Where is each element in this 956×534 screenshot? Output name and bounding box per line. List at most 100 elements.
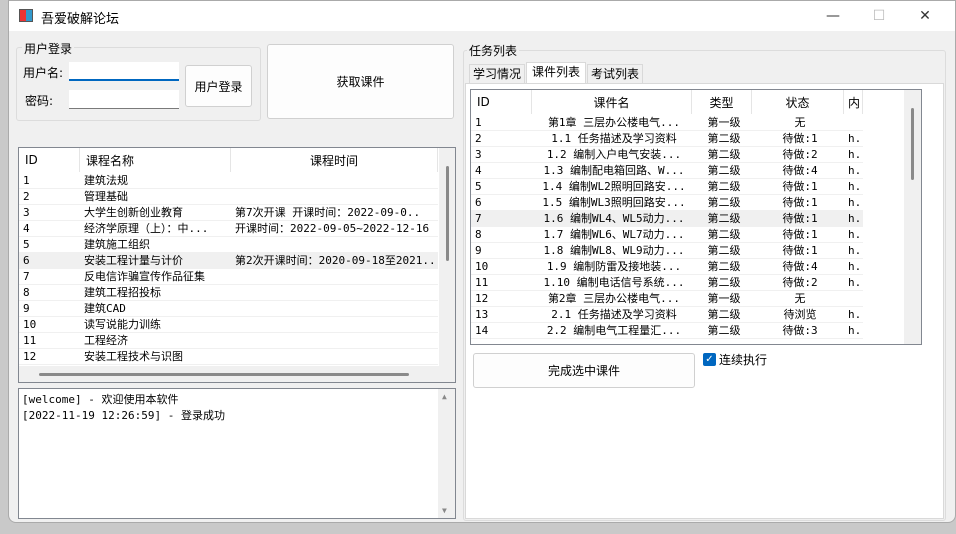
table-cell: 12 (475, 292, 489, 305)
table-row[interactable]: 1 第1章 三层办公楼电气... 第一级 无 (471, 115, 863, 131)
login-button[interactable]: 用户登录 (185, 65, 252, 107)
table-row[interactable]: 11 工程经济 (19, 333, 438, 349)
table-cell: 1 (475, 116, 482, 129)
table-cell: h. (848, 132, 862, 145)
table-row[interactable]: 5 1.4 编制WL2照明回路安... 第二级 待做:1 h. (471, 179, 863, 195)
table-cell: 第二级 (707, 212, 741, 225)
column-header-status[interactable]: 状态 (752, 90, 844, 114)
table-row[interactable]: 12 第2章 三层办公楼电气... 第一级 无 (471, 291, 863, 307)
username-input[interactable] (69, 62, 179, 81)
table-cell: h. (848, 212, 862, 225)
continuous-checkbox[interactable]: ✓ (703, 353, 716, 366)
table-row[interactable]: 2 管理基础 (19, 189, 438, 205)
table-cell: 5 (23, 238, 30, 251)
table-cell: 读写说能力训练 (84, 318, 161, 331)
password-input[interactable] (69, 90, 179, 109)
log-vscrollbar[interactable]: ▲ ▼ (438, 389, 455, 518)
table-cell: 2 (475, 132, 482, 145)
column-header-id[interactable]: ID (19, 148, 80, 172)
table-cell: 第二级 (707, 180, 741, 193)
fetch-courseware-button[interactable]: 获取课件 (267, 44, 454, 119)
table-cell: 11 (23, 334, 37, 347)
table-row[interactable]: 11 1.10 编制电话信号系统... 第二级 待做:2 h. (471, 275, 863, 291)
table-cell: 第二级 (707, 244, 741, 257)
table-row[interactable]: 12 安装工程技术与识图 (19, 349, 438, 365)
column-header-course-name[interactable]: 课程名称 (80, 148, 231, 172)
table-cell: h. (848, 228, 862, 241)
table-cell (231, 269, 438, 285)
courseware-list[interactable]: ID 课件名 类型 状态 内 1 第1章 三层办公楼电气... 第一级无 2 1.1 … (470, 89, 922, 345)
username-label: 用户名: (23, 66, 64, 80)
course-list[interactable]: ID 课程名称 课程时间 1 建筑法规 2 管理基础 3 大学生创新创业教育 第7次开课 开… (18, 147, 456, 383)
table-row[interactable]: 6 1.5 编制WL3照明回路安... 第二级 待做:1 h. (471, 195, 863, 211)
table-row[interactable]: 7 反电信诈骗宣传作品征集 (19, 269, 438, 285)
column-header-type[interactable]: 类型 (692, 90, 752, 114)
table-cell: 经济学原理（上）：中... (84, 222, 209, 235)
table-cell: 第1章 三层办公楼电气... (547, 116, 681, 129)
table-row[interactable]: 3 大学生创新创业教育 第7次开课 开课时间：2022-09-0.. (19, 205, 438, 221)
table-row[interactable]: 5 建筑施工组织 (19, 237, 438, 253)
table-row[interactable]: 6 安装工程计量与计价 第2次开课时间：2020-09-18至2021.. (19, 253, 438, 269)
table-cell: 3 (23, 206, 30, 219)
table-cell: 第二级 (707, 132, 741, 145)
table-cell: 第二级 (707, 324, 741, 337)
window-title: 吾爱破解论坛 (41, 12, 120, 27)
table-row[interactable]: 14 2.2 编制电气工程量汇... 第二级 待做:3 h. (471, 323, 863, 339)
table-cell: h. (848, 324, 862, 337)
maximize-button[interactable]: ☐ (856, 1, 902, 31)
log-line: [welcome] - 欢迎使用本软件 (22, 393, 179, 406)
continuous-label[interactable]: 连续执行 (719, 351, 767, 368)
table-row[interactable]: 4 1.3 编制配电箱回路、W... 第二级 待做:4 h. (471, 163, 863, 179)
table-cell (231, 301, 438, 317)
table-row[interactable]: 8 建筑工程招投标 (19, 285, 438, 301)
table-cell: 第二级 (707, 308, 741, 321)
table-cell: 第二级 (707, 260, 741, 273)
table-cell (231, 237, 438, 253)
table-cell: h. (848, 164, 862, 177)
table-row[interactable]: 10 读写说能力训练 (19, 317, 438, 333)
close-button[interactable]: ✕ (902, 1, 948, 31)
course-list-vscrollbar[interactable] (439, 148, 455, 366)
table-cell: 待做:1 (782, 196, 818, 209)
table-cell: 第二级 (707, 148, 741, 161)
table-cell: 1.8 编制WL8、WL9动力... (543, 244, 685, 257)
courseware-list-vscrollbar[interactable] (904, 90, 921, 344)
table-cell: 待做:3 (782, 324, 818, 337)
table-cell (231, 333, 438, 349)
table-cell: 建筑法规 (84, 174, 128, 187)
column-header-id[interactable]: ID (471, 90, 532, 114)
table-row[interactable]: 8 1.7 编制WL6、WL7动力... 第二级 待做:1 h. (471, 227, 863, 243)
column-header-courseware-name[interactable]: 课件名 (532, 90, 692, 114)
table-cell: 反电信诈骗宣传作品征集 (84, 270, 205, 283)
tab-courseware-list[interactable]: 课件列表 (526, 62, 586, 84)
table-row[interactable]: 2 1.1 任务描述及学习资料 第二级 待做:1 h. (471, 131, 863, 147)
table-cell (231, 189, 438, 205)
table-row[interactable]: 9 建筑CAD (19, 301, 438, 317)
column-header-course-time[interactable]: 课程时间 (231, 148, 438, 172)
complete-selected-button[interactable]: 完成选中课件 (473, 353, 695, 388)
table-cell: 安装工程技术与识图 (84, 350, 183, 363)
tab-exam-list[interactable]: 考试列表 (587, 64, 643, 84)
column-header-content[interactable]: 内 (844, 90, 863, 114)
app-icon (19, 9, 33, 22)
table-row[interactable]: 1 建筑法规 (19, 173, 438, 189)
table-cell: h. (848, 148, 862, 161)
course-list-hscrollbar[interactable] (19, 366, 455, 382)
log-textbox[interactable]: [welcome] - 欢迎使用本软件 [2022-11-19 12:26:59… (18, 388, 456, 519)
table-cell: h. (848, 276, 862, 289)
table-row[interactable]: 13 2.1 任务描述及学习资料 第二级 待浏览 h. (471, 307, 863, 323)
table-row[interactable]: 9 1.8 编制WL8、WL9动力... 第二级 待做:1 h. (471, 243, 863, 259)
table-cell: 待做:1 (782, 180, 818, 193)
table-row[interactable]: 3 1.2 编制入户电气安装... 第二级 待做:2 h. (471, 147, 863, 163)
table-cell: 2.2 编制电气工程量汇... (546, 324, 682, 337)
tab-study-status[interactable]: 学习情况 (469, 64, 525, 84)
task-group-title: 任务列表 (467, 42, 520, 59)
table-cell: 待做:4 (782, 164, 818, 177)
table-cell: 开课时间：2022-09-05~2022-12-16 (235, 222, 430, 235)
table-row[interactable]: 4 经济学原理（上）：中... 开课时间：2022-09-05~2022-12-1… (19, 221, 438, 237)
table-row[interactable]: 7 1.6 编制WL4、WL5动力... 第二级 待做:1 h. (471, 211, 863, 227)
table-row[interactable]: 10 1.9 编制防雷及接地装... 第二级 待做:4 h. (471, 259, 863, 275)
minimize-button[interactable]: — (810, 1, 856, 31)
table-cell: 待做:2 (782, 148, 818, 161)
table-cell: 大学生创新创业教育 (84, 206, 183, 219)
